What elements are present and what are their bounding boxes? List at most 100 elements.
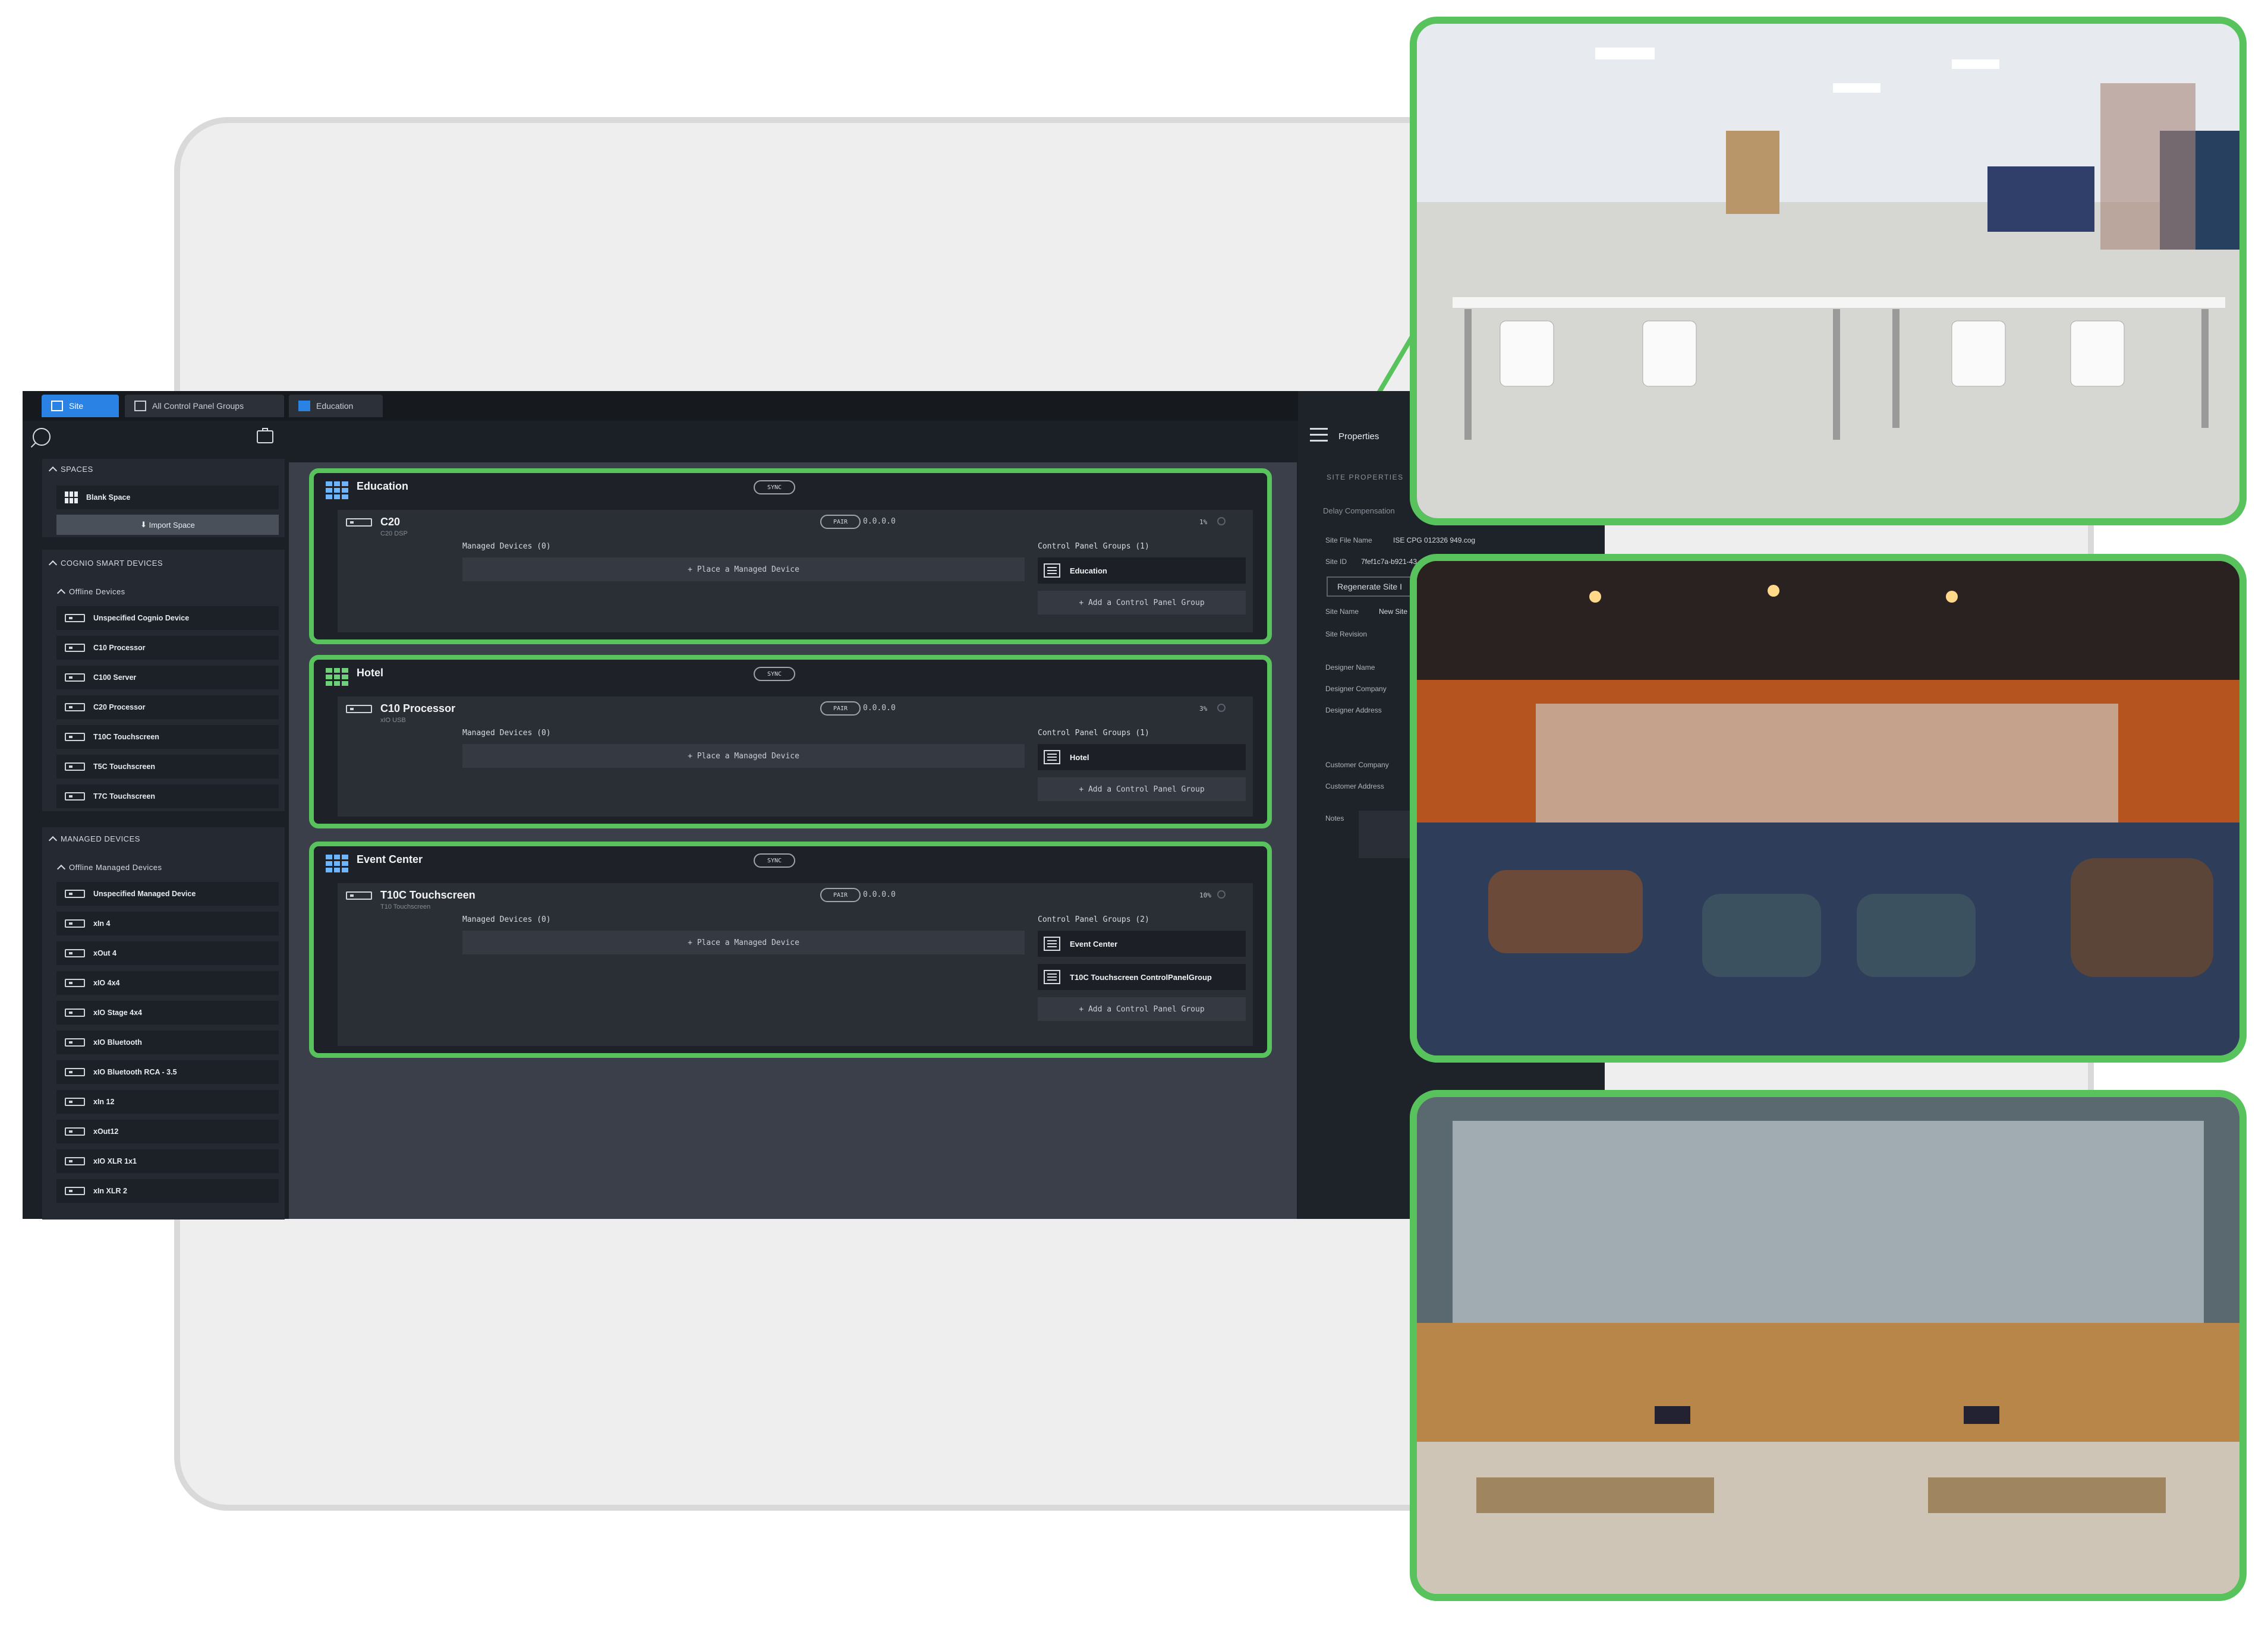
device-panel[interactable]: C10 Processor xIO USB PAIR 0.0.0.0 3% Managed… [338, 697, 1253, 817]
tab-label: All Control Panel Groups [152, 401, 244, 411]
sidebar-item-managed-1[interactable]: xIn 4 [56, 912, 279, 935]
site-properties-header: SITE PROPERTIES [1327, 473, 1404, 481]
designer-address-label: Designer Address [1325, 706, 1382, 714]
import-space-button[interactable]: ⬇ Import Space [56, 515, 279, 535]
sidebar-item-cognio-0[interactable]: Unspecified Cognio Device [56, 606, 279, 630]
device-icon [65, 1187, 85, 1195]
sidebar-item-managed-9[interactable]: xIO XLR 1x1 [56, 1149, 279, 1173]
control-panel-group-item[interactable]: Education [1038, 557, 1246, 584]
sidebar-item-managed-10[interactable]: xIn XLR 2 [56, 1179, 279, 1203]
spaces-header[interactable]: SPACES [48, 465, 93, 475]
designer-name-label: Designer Name [1325, 663, 1375, 672]
gauge-icon [1217, 704, 1226, 712]
sidebar-item-managed-2[interactable]: xOut 4 [56, 941, 279, 965]
site-name-label: Site Name [1325, 607, 1359, 616]
device-icon [65, 919, 85, 928]
site-id-value: 7fef1c7a-b921-43 [1361, 557, 1418, 566]
control-panel-group-item[interactable]: T10C Touchscreen ControlPanelGroup [1038, 964, 1246, 990]
space-card[interactable]: Event Center SYNC T10C Touchscreen T10 Touc… [309, 842, 1272, 1058]
tab-label: Education [316, 401, 354, 411]
place-managed-device-button[interactable]: + Place a Managed Device [462, 557, 1025, 581]
device-icon [65, 614, 85, 622]
device-name: T10C Touchscreen [380, 889, 475, 901]
cpu-usage: 3% [1199, 705, 1208, 713]
device-icon [65, 673, 85, 682]
space-grid-icon [326, 481, 348, 499]
sidebar-item-managed-3[interactable]: xIO 4x4 [56, 971, 279, 995]
device-panel[interactable]: C20 C20 DSP PAIR 0.0.0.0 1% Managed Devices (… [338, 510, 1253, 632]
pair-button[interactable]: PAIR [820, 515, 861, 529]
properties-tab[interactable]: Properties [1338, 431, 1379, 442]
site-id-label: Site ID [1325, 557, 1347, 566]
sidebar-item-managed-8[interactable]: xOut12 [56, 1120, 279, 1143]
tab-education[interactable]: Education [289, 395, 383, 417]
site-file-name-label: Site File Name [1325, 536, 1372, 544]
sync-button[interactable]: SYNC [754, 853, 795, 868]
space-card[interactable]: Education SYNC C20 C20 DSP PAIR 0.0.0.0 1% Mana… [309, 468, 1272, 644]
sidebar-item-cognio-1[interactable]: C10 Processor [56, 636, 279, 660]
site-file-name-value[interactable]: ISE CPG 012326 949.cog [1393, 536, 1475, 544]
sidebar-item-cognio-6[interactable]: T7C Touchscreen [56, 784, 279, 808]
device-icon [65, 703, 85, 711]
list-icon [1044, 563, 1060, 578]
sidebar-item-managed-7[interactable]: xIn 12 [56, 1090, 279, 1114]
place-managed-device-button[interactable]: + Place a Managed Device [462, 744, 1025, 768]
regenerate-site-id-button[interactable]: Regenerate Site I [1327, 576, 1422, 597]
sidebar-item-cognio-4[interactable]: T10C Touchscreen [56, 725, 279, 749]
tab-site[interactable]: Site [42, 395, 119, 417]
add-control-panel-group-button[interactable]: + Add a Control Panel Group [1038, 591, 1246, 615]
gauge-icon [1217, 890, 1226, 899]
tab-all-control-panel-groups[interactable]: All Control Panel Groups [125, 395, 284, 417]
device-name: C20 [380, 516, 401, 528]
space-card[interactable]: Hotel SYNC C10 Processor xIO USB PAIR 0.0.0.0… [309, 655, 1272, 828]
offline-managed-header[interactable]: Offline Managed Devices [56, 863, 162, 874]
cpu-usage: 1% [1199, 518, 1208, 526]
sidebar-item-managed-6[interactable]: xIO Bluetooth RCA - 3.5 [56, 1060, 279, 1084]
control-panel-group-item[interactable]: Event Center [1038, 931, 1246, 957]
site-icon [51, 401, 63, 411]
list-icon [1044, 750, 1060, 764]
briefcase-icon[interactable] [257, 428, 273, 443]
site-revision-label: Site Revision [1325, 630, 1368, 638]
device-icon [65, 733, 85, 741]
sync-button[interactable]: SYNC [754, 480, 795, 494]
device-panel[interactable]: T10C Touchscreen T10 Touchscreen PAIR 0.0.0… [338, 883, 1253, 1046]
device-icon [65, 1068, 85, 1076]
managed-header[interactable]: MANAGED DEVICES [48, 834, 140, 845]
add-control-panel-group-button[interactable]: + Add a Control Panel Group [1038, 997, 1246, 1021]
ip-address: 0.0.0.0 [863, 704, 896, 713]
chevron-up-icon [56, 864, 66, 874]
pair-button[interactable]: PAIR [820, 888, 861, 902]
delay-compensation-label[interactable]: Delay Compensation [1323, 506, 1395, 515]
sidebar-item-blank-space[interactable]: Blank Space [56, 486, 279, 509]
device-subtitle: C20 DSP [380, 530, 408, 537]
offline-devices-header[interactable]: Offline Devices [56, 587, 125, 598]
chevron-up-icon [56, 588, 66, 598]
sidebar-item-cognio-5[interactable]: T5C Touchscreen [56, 755, 279, 779]
device-icon [65, 644, 85, 652]
sidebar-item-managed-5[interactable]: xIO Bluetooth [56, 1031, 279, 1054]
device-icon [65, 1127, 85, 1136]
device-name: C10 Processor [380, 702, 456, 714]
site-name-value[interactable]: New Site [1379, 607, 1407, 616]
place-managed-device-button[interactable]: + Place a Managed Device [462, 931, 1025, 954]
sliders-icon[interactable] [1310, 428, 1328, 443]
space-grid-icon [326, 668, 348, 686]
customer-company-label: Customer Company [1325, 761, 1389, 769]
pair-button[interactable]: PAIR [820, 701, 861, 716]
sidebar-item-cognio-2[interactable]: C100 Server [56, 666, 279, 689]
search-icon[interactable] [33, 428, 51, 446]
sidebar-item-managed-4[interactable]: xIO Stage 4x4 [56, 1001, 279, 1025]
sidebar-item-cognio-3[interactable]: C20 Processor [56, 695, 279, 719]
sync-button[interactable]: SYNC [754, 667, 795, 681]
cognio-header[interactable]: COGNIO SMART DEVICES [48, 559, 163, 569]
space-title: Education [357, 480, 409, 492]
grid-icon [298, 401, 310, 411]
control-panel-groups-label: Control Panel Groups (2) [1038, 915, 1149, 924]
gauge-icon [1217, 517, 1226, 525]
control-panel-group-item[interactable]: Hotel [1038, 744, 1246, 770]
sidebar-item-managed-0[interactable]: Unspecified Managed Device [56, 882, 279, 906]
tab-label: Site [69, 401, 84, 411]
photo-education-room [1410, 17, 2247, 525]
add-control-panel-group-button[interactable]: + Add a Control Panel Group [1038, 777, 1246, 801]
